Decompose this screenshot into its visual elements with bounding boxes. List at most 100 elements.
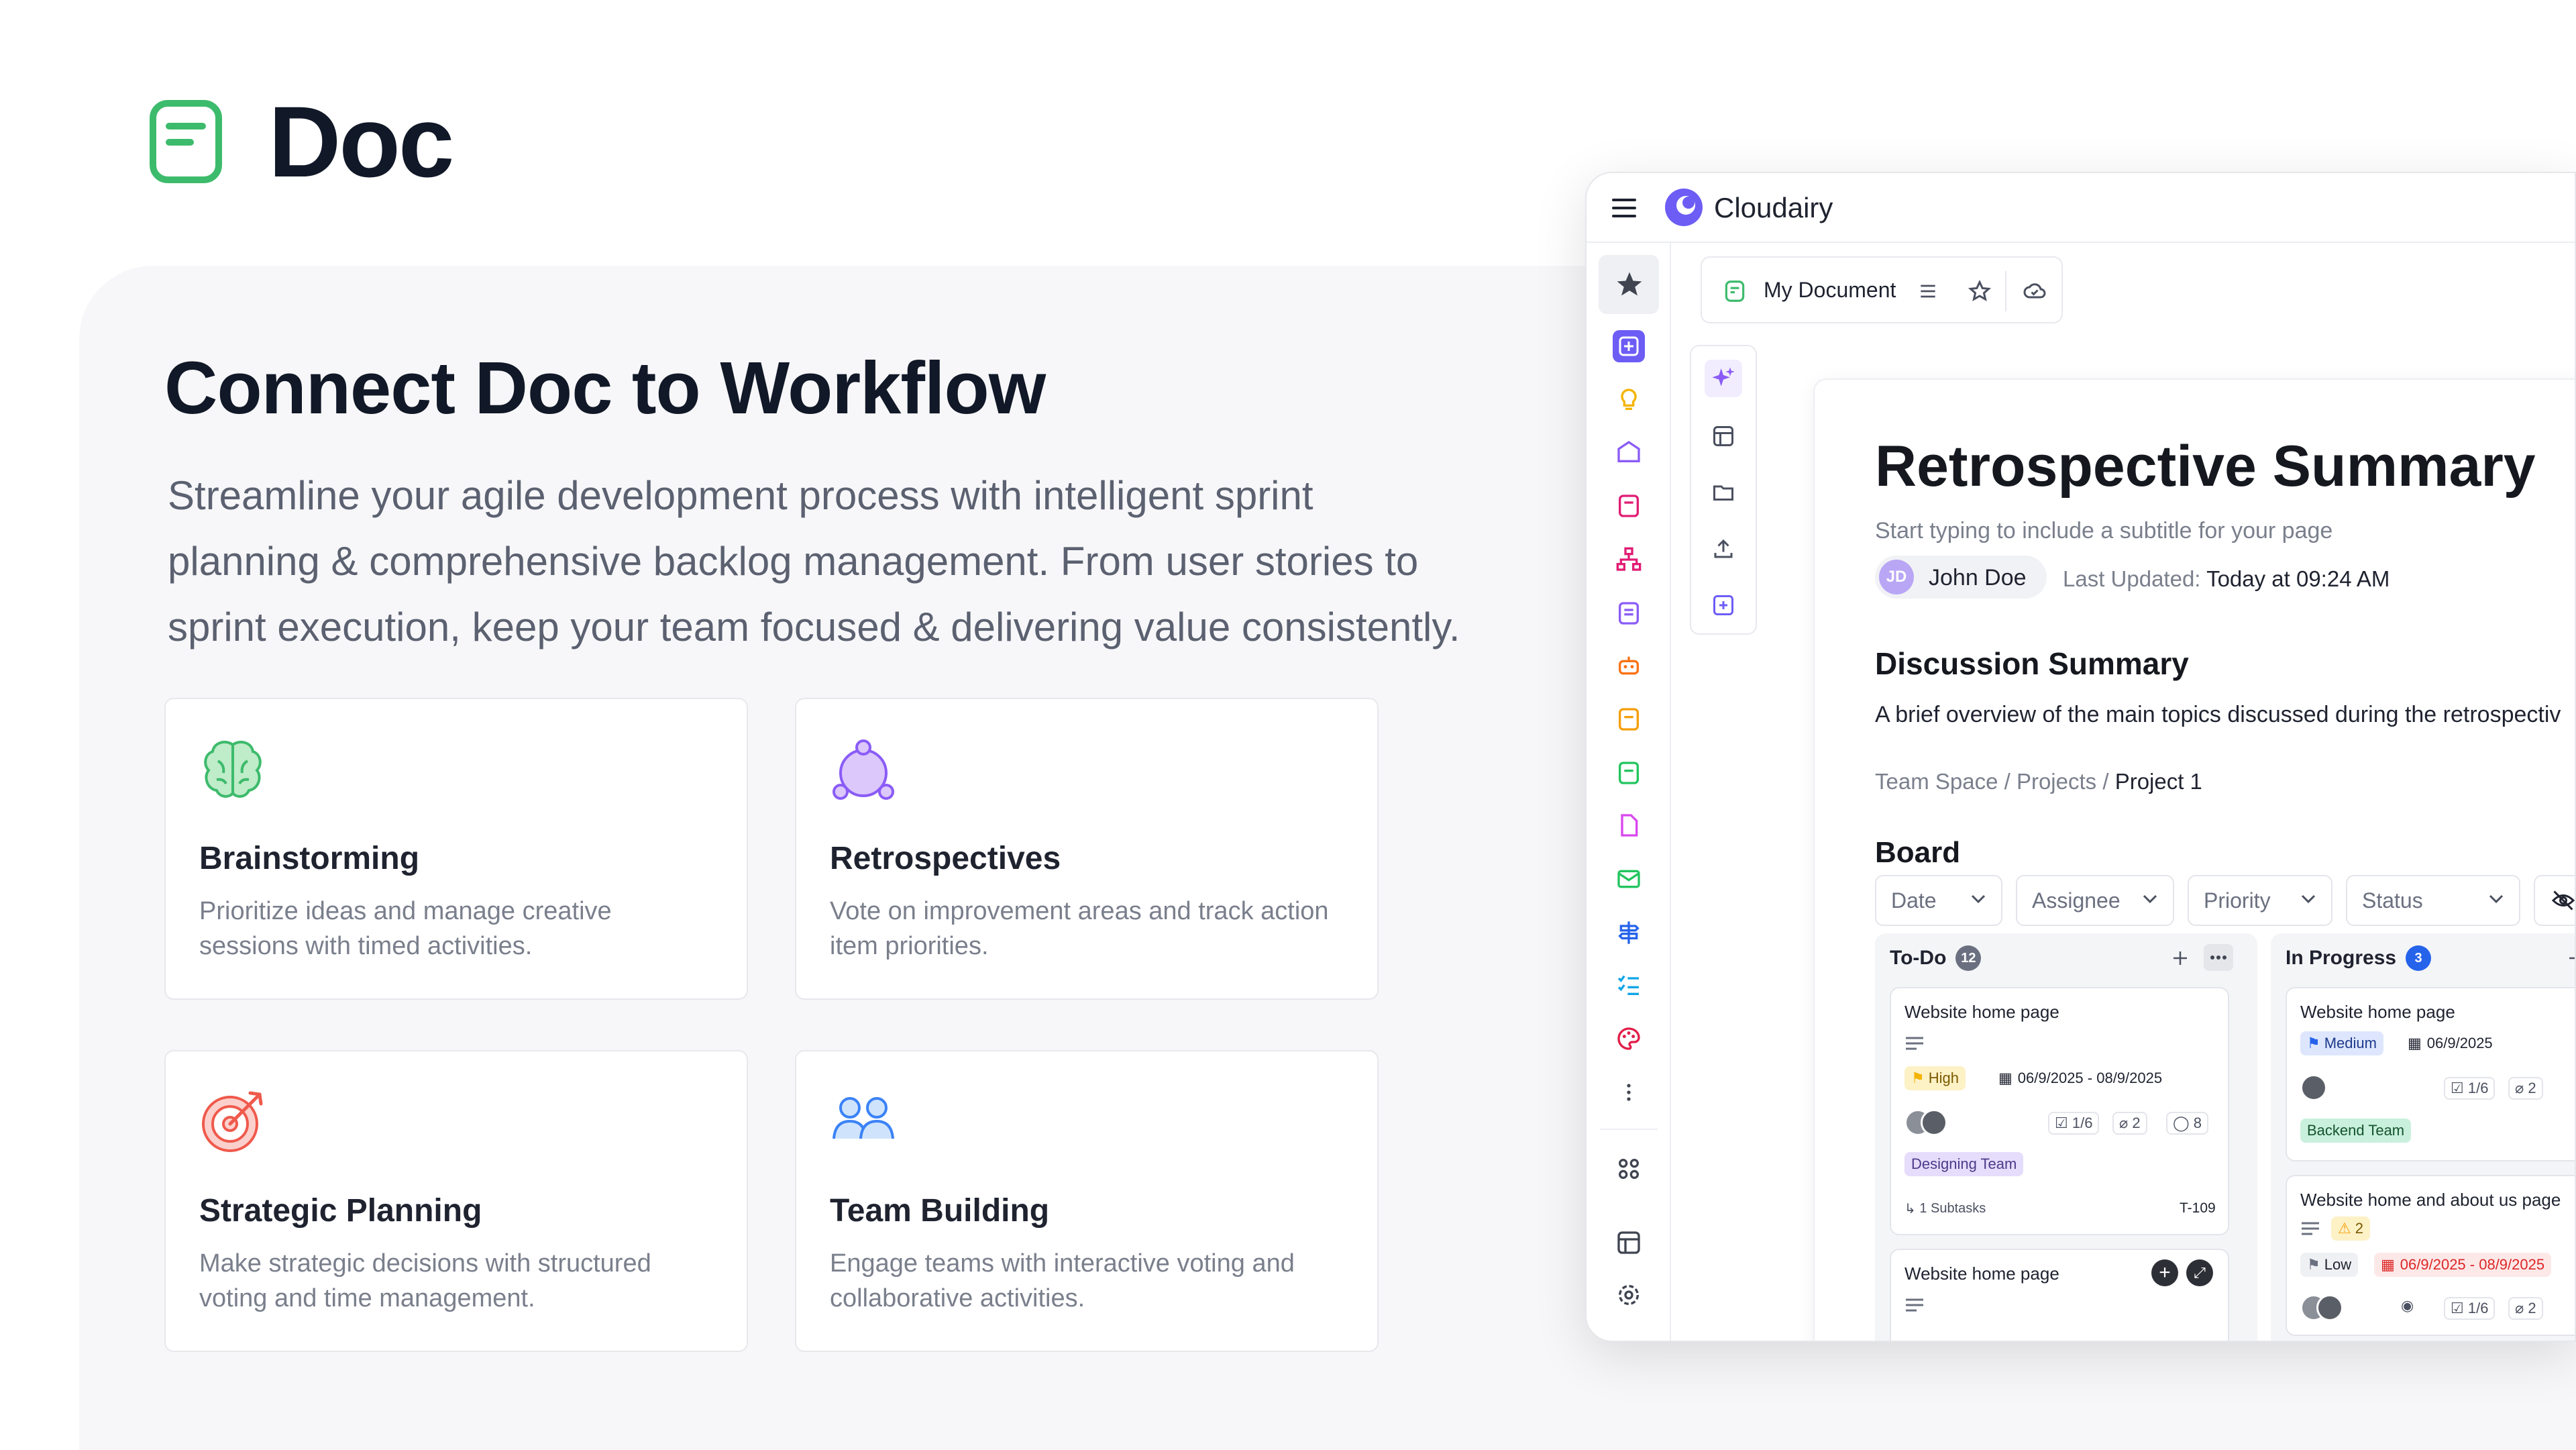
last-updated-label: Last Updated: (2063, 566, 2201, 591)
filter-priority[interactable]: Priority (2188, 875, 2332, 926)
hero-line-1: Streamline your agile development proces… (168, 473, 1313, 518)
author-chip[interactable]: JD John Doe (1875, 556, 2047, 599)
task-title: Website home page (1904, 1002, 2059, 1022)
task-card[interactable]: Website home and about us page ⚠ 2 ⚑ Low ▦… (2286, 1175, 2575, 1336)
subtask-count: ↳ 1 Subtasks (1904, 1200, 1986, 1217)
chevron-down-icon (1971, 894, 1986, 904)
card-team-building[interactable]: Team Building Engage teams with interact… (795, 1050, 1379, 1352)
card-title: Brainstorming (199, 841, 420, 876)
eye-icon[interactable]: ◉ (2401, 1297, 2414, 1314)
calendar-icon: ▦ (2408, 1035, 2422, 1051)
list-icon[interactable] (1917, 280, 1939, 302)
date-range-label: 06/9/2025 - 08/9/2025 (2017, 1070, 2163, 1086)
card-strategic-planning[interactable]: Strategic Planning Make strategic decisi… (164, 1050, 748, 1352)
signpost-icon[interactable] (1609, 913, 1649, 953)
comment-count: ◯ 8 (2166, 1112, 2208, 1135)
apps-icon[interactable] (1609, 1149, 1649, 1189)
hide-toggle[interactable] (2534, 875, 2575, 926)
document-title[interactable]: Retrospective Summary (1875, 433, 2536, 500)
hero-line-3: sprint execution, keep your team focused… (168, 605, 1460, 650)
folder-icon[interactable] (1705, 474, 1742, 511)
layout-icon[interactable] (1609, 1223, 1649, 1263)
add-block-icon[interactable] (1705, 586, 1742, 624)
doc-green-icon[interactable] (1609, 753, 1649, 793)
add-icon[interactable]: + (2151, 1259, 2178, 1286)
upload-icon[interactable] (1705, 530, 1742, 568)
document-subtitle[interactable]: Start typing to include a subtitle for y… (1875, 518, 2332, 544)
org-chart-icon[interactable] (1609, 539, 1649, 580)
attachment-count: ⌀ 2 (2508, 1077, 2543, 1100)
due-date: ▦ 06/9/2025 (2401, 1031, 2500, 1055)
list-doc-icon[interactable] (1609, 593, 1649, 633)
card-retrospectives[interactable]: Retrospectives Vote on improvement areas… (795, 698, 1379, 1000)
priority-badge: ⚑ High (1904, 1066, 1966, 1090)
priority-label: Low (2324, 1256, 2352, 1273)
column-header: To-Do 12 (1890, 945, 1982, 971)
check-icon: ☑ (2451, 1080, 2464, 1096)
robot-icon[interactable] (1609, 645, 1649, 686)
author-name: John Doe (1929, 565, 2027, 590)
task-card[interactable]: Website home page ⚑ Medium ▦ 06/9/2025 ☑ 1… (2286, 987, 2575, 1161)
filter-status[interactable]: Status (2346, 875, 2520, 926)
lightbulb-icon[interactable] (1609, 380, 1649, 420)
column-count: 12 (1955, 945, 1982, 971)
note-icon[interactable] (1609, 486, 1649, 526)
card-title: Strategic Planning (199, 1193, 482, 1229)
checklist-label: 1/6 (2072, 1115, 2093, 1131)
cloud-sync-icon[interactable] (2021, 279, 2048, 303)
expand-icon[interactable]: ⤢ (2186, 1259, 2213, 1286)
filter-assignee[interactable]: Assignee (2016, 875, 2174, 926)
doc-yellow-icon[interactable] (1609, 699, 1649, 739)
ai-sparkle-icon[interactable] (1705, 360, 1742, 397)
molecule-icon (833, 739, 894, 800)
settings-icon[interactable] (1609, 1275, 1649, 1315)
star-outline-icon[interactable] (1968, 279, 1992, 303)
template-icon[interactable] (1705, 417, 1742, 455)
calendar-icon: ▦ (2381, 1256, 2395, 1273)
document-page: Retrospective Summary Start typing to in… (1813, 378, 2576, 1341)
more-vertical-icon[interactable] (1609, 1072, 1649, 1112)
file-icon[interactable] (1609, 805, 1649, 845)
filter-date[interactable]: Date (1875, 875, 2002, 926)
add-page-icon[interactable] (1609, 326, 1649, 366)
column-more-icon[interactable] (2204, 944, 2233, 971)
avatar (1921, 1109, 1947, 1136)
brain-icon (204, 740, 262, 798)
card-description: Engage teams with interactive voting and… (830, 1249, 1295, 1312)
task-card[interactable]: Website home page ⚑ High ▦ 06/9/2025 - 08/… (1890, 987, 2229, 1235)
task-id: T-109 (2180, 1200, 2216, 1216)
last-updated-value: Today at 09:24 AM (2206, 566, 2390, 591)
description-icon (1906, 1298, 1923, 1312)
column-name: In Progress (2286, 947, 2397, 969)
team-icon (833, 1097, 894, 1139)
app-window: Cloudairy My Document Retrospective Summ… (1585, 172, 2576, 1342)
team-badge: Backend Team (2300, 1119, 2412, 1143)
add-task-icon[interactable] (2170, 948, 2190, 968)
priority-badge: ⚑ Medium (2300, 1031, 2383, 1055)
doc-icon (1725, 280, 1745, 302)
attachment-label: 2 (2528, 1300, 2536, 1316)
breadcrumb-item[interactable]: Team Space (1875, 769, 1998, 794)
paperclip-icon: ⌀ (2119, 1115, 2129, 1131)
breadcrumb-item[interactable]: Projects (2017, 769, 2096, 794)
card-description: Make strategic decisions with structured… (199, 1249, 651, 1312)
menu-icon[interactable] (1611, 196, 1638, 220)
comment-icon: ◯ (2173, 1115, 2190, 1131)
palette-icon[interactable] (1609, 1019, 1649, 1059)
document-tab[interactable]: My Document (1701, 256, 2063, 323)
column-name: To-Do (1890, 947, 1947, 969)
add-task-icon[interactable] (2566, 948, 2576, 968)
mail-icon[interactable] (1609, 859, 1649, 899)
breadcrumb-current[interactable]: Project 1 (2115, 769, 2202, 794)
task-title: Website home and about us page (2300, 1190, 2561, 1210)
chevron-down-icon (2143, 894, 2157, 904)
attachment-label: 2 (2132, 1115, 2141, 1131)
checklist-label: 1/6 (2467, 1300, 2489, 1316)
avatar (2300, 1074, 2327, 1101)
task-card[interactable]: Website home page + ⤢ (1890, 1249, 2229, 1341)
card-description: Prioritize ideas and manage creative ses… (199, 897, 612, 960)
favorites-button[interactable] (1599, 255, 1659, 314)
home-icon[interactable] (1609, 432, 1649, 472)
card-brainstorming[interactable]: Brainstorming Prioritize ideas and manag… (164, 698, 748, 1000)
checklist-icon[interactable] (1609, 965, 1649, 1005)
